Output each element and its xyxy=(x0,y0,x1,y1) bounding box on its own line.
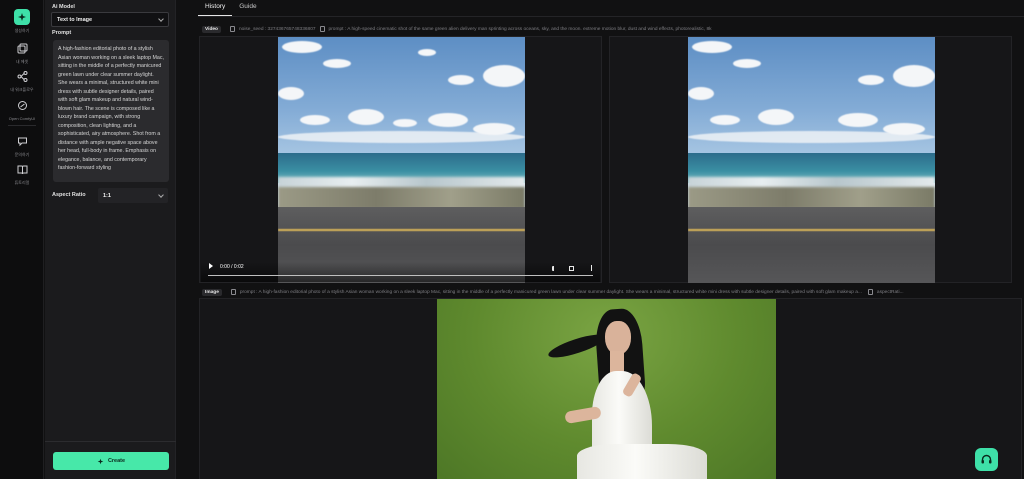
video-chip: Video xyxy=(202,25,221,33)
aspect-ratio-label: Aspect Ratio xyxy=(52,192,86,198)
chevron-down-icon xyxy=(158,191,164,198)
video-frame xyxy=(278,37,525,283)
more-icon[interactable] xyxy=(591,265,592,271)
tab-history[interactable]: History xyxy=(198,0,233,16)
tab-divider xyxy=(198,16,1024,17)
video-player[interactable] xyxy=(688,37,935,283)
video-controls: 0:00 / 0:02 xyxy=(201,262,600,282)
copy-icon[interactable] xyxy=(230,289,236,295)
create-button[interactable]: Create xyxy=(53,452,169,470)
rail-divider xyxy=(8,125,36,126)
gallery-icon xyxy=(14,40,30,56)
fullscreen-icon[interactable] xyxy=(569,266,574,271)
book-icon xyxy=(14,161,30,177)
video-player[interactable] xyxy=(278,37,525,283)
rail-item-create[interactable]: 생성하기 xyxy=(0,9,44,34)
image-prompt: prompt : A high-fashion editorial photo … xyxy=(239,289,862,295)
image-extra: aspectRati... xyxy=(876,289,904,295)
rail-label: 내 워크플로우 xyxy=(10,87,34,92)
nav-rail: 생성하기 내 에셋 내 워크플로우 Open ComfyUI 문의하기 튜토리얼 xyxy=(0,0,44,479)
rail-label: 생성하기 xyxy=(14,28,30,33)
video-seed: noise_seed : 327436765748336807 xyxy=(238,26,316,32)
video-prompt: prompt : A high-speed cinematic shot of … xyxy=(328,26,712,32)
create-button-label: Create xyxy=(107,458,126,464)
prompt-textarea[interactable]: A high-fashion editorial photo of a styl… xyxy=(53,40,169,182)
volume-icon[interactable] xyxy=(552,266,556,271)
image-chip: Image xyxy=(202,288,222,296)
generated-image[interactable] xyxy=(437,299,776,479)
image-card xyxy=(199,298,1022,479)
video-progress[interactable] xyxy=(208,275,593,276)
tab-guide[interactable]: Guide xyxy=(232,0,263,16)
tab-bar: History Guide xyxy=(198,0,264,16)
comfyui-icon xyxy=(14,97,30,113)
rail-item-contact[interactable]: 문의하기 xyxy=(0,133,44,158)
main-area: History Guide Video noise_seed : 3274367… xyxy=(198,0,1024,479)
image-frame xyxy=(437,299,776,479)
chevron-down-icon xyxy=(158,15,164,22)
rail-item-comfyui[interactable]: Open ComfyUI xyxy=(0,97,44,121)
ai-model-label: Ai Model xyxy=(52,4,75,10)
ai-model-select[interactable]: Text to Image xyxy=(51,12,169,27)
video-frame xyxy=(688,37,935,283)
prompt-label: Prompt xyxy=(52,30,72,36)
rail-label: 튜토리얼 xyxy=(14,180,30,185)
image-row-header: Image prompt : A high-fashion editorial … xyxy=(198,287,1024,297)
sparkle-icon xyxy=(14,9,30,25)
video-time: 0:00 / 0:02 xyxy=(220,264,244,270)
sparkle-icon xyxy=(97,458,104,464)
play-icon[interactable] xyxy=(209,263,213,269)
video-card: 0:00 / 0:02 xyxy=(199,36,602,283)
aspect-ratio-select[interactable]: 1:1 xyxy=(98,188,168,203)
settings-panel: Ai Model Text to Image Prompt A high-fas… xyxy=(45,0,176,479)
copy-icon[interactable] xyxy=(319,26,325,32)
copy-icon[interactable] xyxy=(867,289,873,295)
rail-label: 문의하기 xyxy=(14,152,30,157)
copy-icon[interactable] xyxy=(229,26,235,32)
aspect-ratio-value: 1:1 xyxy=(103,192,111,199)
support-button[interactable] xyxy=(975,448,998,471)
chat-icon xyxy=(14,133,30,149)
headset-icon xyxy=(981,454,992,464)
workflow-icon xyxy=(14,68,30,84)
video-row-header: Video noise_seed : 327436765748336807 pr… xyxy=(198,24,712,34)
video-card xyxy=(609,36,1012,283)
rail-item-tutorial[interactable]: 튜토리얼 xyxy=(0,161,44,186)
rail-label: Open ComfyUI xyxy=(8,116,36,121)
rail-label: 내 에셋 xyxy=(15,59,29,64)
rail-item-workflow[interactable]: 내 워크플로우 xyxy=(0,68,44,93)
ai-model-value: Text to Image xyxy=(57,16,93,23)
panel-divider xyxy=(45,441,176,442)
rail-item-assets[interactable]: 내 에셋 xyxy=(0,40,44,65)
